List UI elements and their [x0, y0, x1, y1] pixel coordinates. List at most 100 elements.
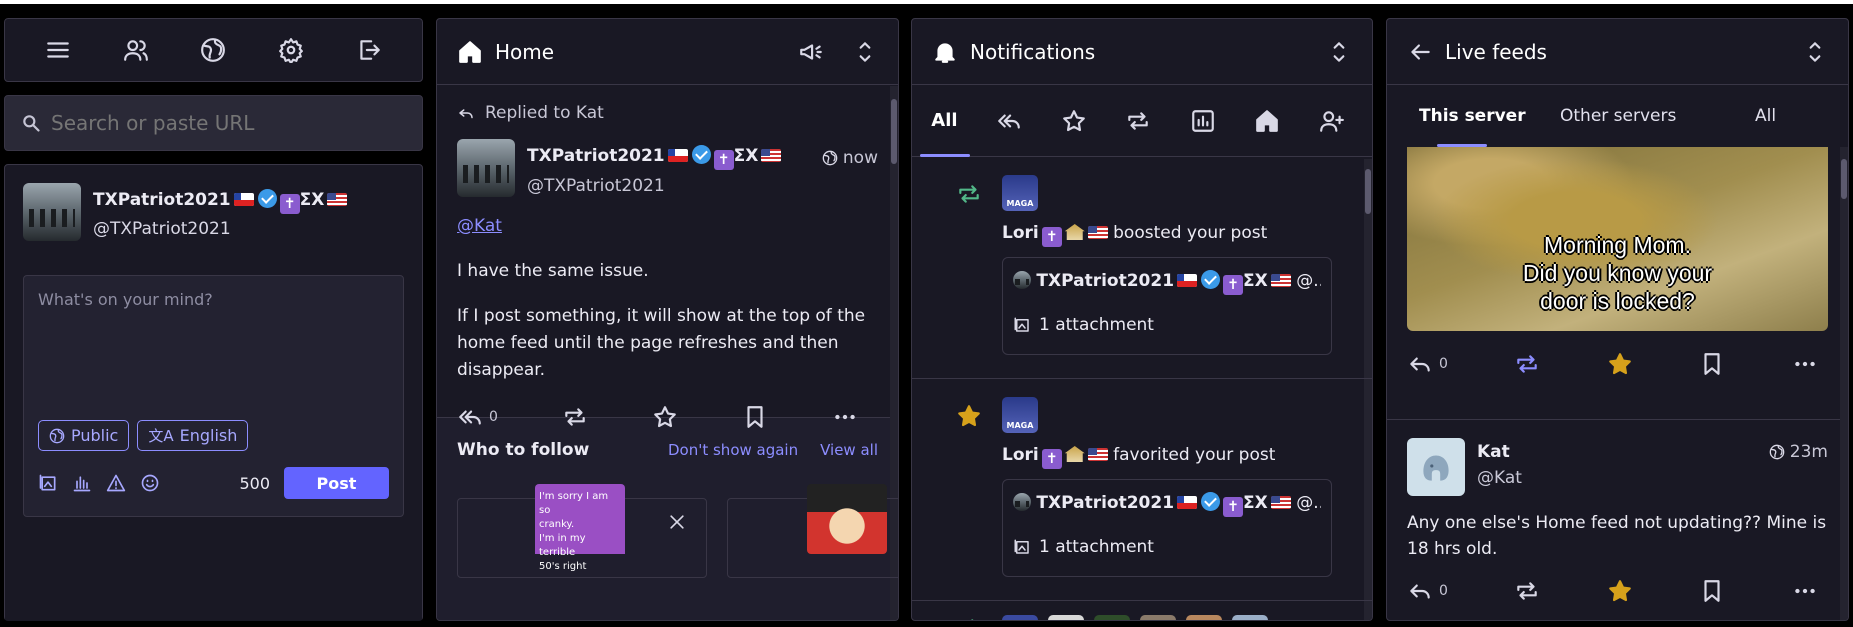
- status-card[interactable]: Morning Mom. Did you know your door is l…: [1387, 147, 1848, 420]
- announcement-icon[interactable]: [798, 39, 824, 65]
- more-button[interactable]: [1792, 578, 1818, 604]
- column-title: Live feeds: [1445, 39, 1547, 64]
- card-text: cranky.: [539, 519, 575, 530]
- post-button[interactable]: Post: [284, 467, 389, 499]
- tab-boosts[interactable]: [1125, 108, 1151, 134]
- reply-count: 0: [1439, 356, 1448, 372]
- boost-button[interactable]: [1514, 578, 1540, 604]
- tab-mentions[interactable]: [996, 108, 1022, 134]
- reply-icon: [457, 104, 475, 122]
- character-counter: 500: [239, 473, 270, 493]
- back-arrow-icon[interactable]: [1407, 39, 1433, 65]
- logout-icon[interactable]: [356, 37, 382, 63]
- who-to-follow: Who to follow Don't show again View all …: [437, 418, 898, 620]
- language-button[interactable]: 文A English: [137, 420, 249, 451]
- compose-textarea[interactable]: What's on your mind?: [38, 290, 389, 420]
- avatar[interactable]: MAGA: [1002, 397, 1038, 433]
- avatar[interactable]: [457, 139, 515, 197]
- view-all-link[interactable]: View all: [820, 441, 878, 459]
- quoted-post[interactable]: TXPatriot2021 ✝ΣΧ @... 1 attachment: [1002, 257, 1332, 355]
- tab-this-server[interactable]: This server: [1419, 106, 1526, 126]
- image-caption: Morning Mom.: [1544, 232, 1691, 258]
- account-name[interactable]: Lori: [1002, 445, 1039, 465]
- gear-icon[interactable]: [278, 37, 304, 63]
- avatar[interactable]: [1048, 615, 1084, 620]
- media-image[interactable]: Morning Mom. Did you know your door is l…: [1407, 147, 1828, 331]
- suggestion-avatar: I'm sorry I am so cranky. I'm in my terr…: [535, 484, 625, 572]
- star-icon: [956, 403, 982, 429]
- post-time[interactable]: now: [843, 148, 878, 168]
- tab-home[interactable]: [1254, 108, 1280, 134]
- reply-button[interactable]: 0: [1407, 578, 1448, 604]
- author-handle: @TXPatriot2021: [527, 176, 665, 196]
- cross-icon: ✝: [1041, 449, 1062, 469]
- notification-item[interactable]: MAGA Lori ✝ boosted your post TXPatriot20…: [912, 157, 1372, 379]
- profile-name: TXPatriot2021: [93, 190, 231, 210]
- poll-icon[interactable]: [72, 473, 92, 493]
- notification-item[interactable]: MAGA Lori ✝ favorited your post TXPatriot…: [912, 379, 1372, 601]
- avatar[interactable]: [1407, 438, 1465, 496]
- bookmark-button[interactable]: [1699, 578, 1725, 604]
- boost-icon: [956, 615, 982, 620]
- favorite-button[interactable]: [652, 404, 678, 430]
- avatar[interactable]: [1232, 615, 1268, 620]
- reply-all-button[interactable]: 0: [457, 404, 498, 430]
- image-caption: door is locked?: [1540, 288, 1695, 314]
- author-name: Kat: [1477, 442, 1510, 462]
- more-button[interactable]: [1792, 351, 1818, 377]
- status-card[interactable]: Replied to Kat TXPatriot2021 ✝ ΣΧ now @TXPa…: [437, 85, 898, 428]
- quoted-post[interactable]: TXPatriot2021 ✝ΣΧ @... 1 attachment: [1002, 479, 1332, 577]
- avatar[interactable]: MAGA: [1002, 175, 1038, 211]
- tab-polls[interactable]: [1190, 108, 1216, 134]
- tab-all[interactable]: All: [1755, 106, 1776, 126]
- favorite-button[interactable]: [1607, 578, 1633, 604]
- tab-follows[interactable]: [1319, 108, 1345, 134]
- close-icon[interactable]: [667, 512, 687, 532]
- search-box[interactable]: [4, 95, 423, 151]
- post-text: Any one else's Home feed not updating?? …: [1407, 513, 1827, 559]
- tab-favorites[interactable]: [1061, 108, 1087, 134]
- mention-link[interactable]: @Kat: [457, 213, 878, 240]
- card-text: 50's right: [539, 561, 587, 572]
- visibility-button[interactable]: Public: [38, 420, 130, 451]
- globe-icon[interactable]: [200, 37, 226, 63]
- home-icon: [457, 39, 483, 65]
- status-card[interactable]: Kat 23m @Kat Any one else's Home feed not…: [1387, 420, 1848, 604]
- translate-icon: 文A: [148, 427, 174, 445]
- boost-button[interactable]: [562, 404, 588, 430]
- home-header: Home: [437, 19, 898, 85]
- post-time[interactable]: 23m: [1790, 442, 1828, 462]
- avatar[interactable]: [1186, 615, 1222, 620]
- boost-button[interactable]: [1514, 351, 1540, 377]
- mastodon-default-avatar-icon: [1423, 455, 1449, 481]
- account-name[interactable]: Lori: [1002, 223, 1039, 243]
- chile-flag-icon: [233, 193, 254, 206]
- cross-icon: ✝: [1223, 275, 1244, 295]
- people-icon[interactable]: [123, 37, 149, 63]
- bookmark-button[interactable]: [742, 404, 768, 430]
- notification-action: favorited your post: [1113, 445, 1276, 465]
- bookmark-button[interactable]: [1699, 351, 1725, 377]
- search-input[interactable]: [51, 111, 371, 135]
- quoted-author: TXPatriot2021: [1036, 493, 1175, 513]
- collapse-icon[interactable]: [1802, 39, 1828, 65]
- more-button[interactable]: [832, 404, 858, 430]
- reply-button[interactable]: 0: [1407, 351, 1448, 377]
- collapse-icon[interactable]: [852, 39, 878, 65]
- quoted-handle: @...: [1296, 493, 1321, 513]
- profile-summary[interactable]: TXPatriot2021 ✝ ΣΧ @TXPatriot2021: [23, 183, 404, 241]
- avatar[interactable]: [1140, 615, 1176, 620]
- dont-show-again-link[interactable]: Don't show again: [668, 441, 798, 459]
- favorite-button[interactable]: [1607, 351, 1633, 377]
- tab-other-servers[interactable]: Other servers: [1560, 106, 1676, 126]
- tab-all[interactable]: All: [931, 110, 957, 131]
- notification-item[interactable]: [912, 601, 1372, 620]
- emoji-icon[interactable]: [140, 473, 160, 493]
- avatar[interactable]: [1002, 615, 1038, 620]
- collapse-icon[interactable]: [1326, 39, 1352, 65]
- avatar[interactable]: [1094, 615, 1130, 620]
- image-icon[interactable]: [38, 473, 58, 493]
- menu-icon[interactable]: [45, 37, 71, 63]
- profile-badges: ΣΧ: [299, 190, 325, 210]
- warning-icon[interactable]: [106, 473, 126, 493]
